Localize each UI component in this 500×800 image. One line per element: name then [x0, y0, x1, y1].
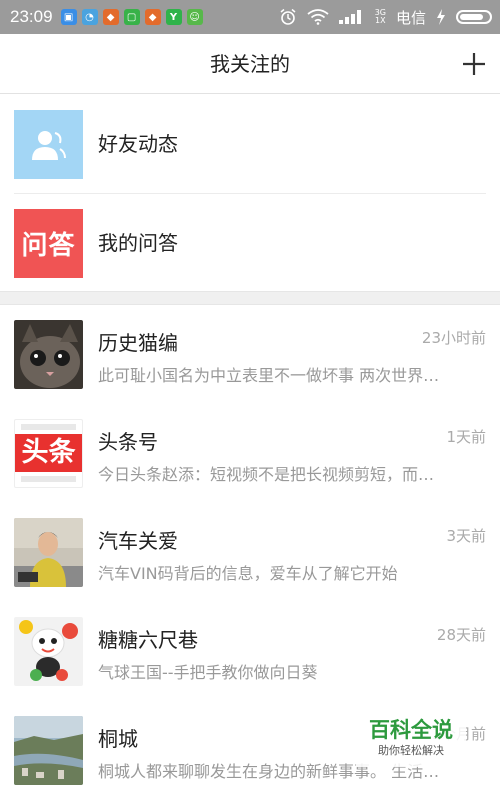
feed-item-name: 汽车关爱: [98, 529, 178, 553]
wifi-icon: [307, 9, 329, 25]
battery-icon: [456, 10, 492, 24]
app-notification-icon: ▣: [60, 9, 77, 25]
battery-level: [460, 14, 484, 20]
app-header: 我关注的: [0, 34, 500, 94]
feed-item-time: 3天前: [446, 527, 486, 545]
app-notification-icon: Y: [165, 9, 182, 25]
carrier-label: 电信: [395, 8, 426, 27]
avatar: [14, 518, 83, 587]
my-qa-label: 我的问答: [98, 231, 178, 255]
feed-item[interactable]: 历史猫编 23小时前 此可耻小国名为中立表里不一做坏事 两次世界…: [0, 305, 500, 404]
network-type: 3G 1X: [374, 8, 386, 25]
app-notification-icon: ◆: [102, 9, 119, 25]
toutiao-logo: 头条: [14, 419, 83, 488]
friends-updates-label: 好友动态: [98, 132, 178, 156]
section-divider: [0, 291, 500, 305]
friends-icon: [14, 110, 83, 179]
feed-item-name: 头条号: [98, 430, 158, 454]
watermark-subtitle: 助你轻松解决: [378, 744, 444, 757]
feed-item-summary: 气球王国--手把手教你做向日葵: [98, 663, 318, 682]
plus-icon[interactable]: [460, 50, 488, 78]
status-time: 23:09: [10, 7, 53, 26]
notification-icons: ▣ ◔ ◆ ▢ ◆ Y ☺: [60, 9, 203, 25]
feed-item-summary: 汽车VIN码背后的信息，爱车从了解它开始: [98, 564, 398, 583]
feed-item-time: 1天前: [446, 428, 486, 446]
app-notification-icon: ☺: [186, 9, 203, 25]
charging-icon: [437, 9, 445, 25]
friends-updates-item[interactable]: 好友动态: [0, 95, 500, 193]
qa-logo: 问答: [14, 209, 83, 278]
feed-item[interactable]: 汽车关爱 3天前 汽车VIN码背后的信息，爱车从了解它开始: [0, 503, 500, 602]
feed-item-summary: 此可耻小国名为中立表里不一做坏事 两次世界…: [98, 366, 440, 385]
signal-icon: [338, 10, 361, 24]
app-notification-icon: ◆: [144, 9, 161, 25]
page-title: 我关注的: [210, 52, 290, 76]
feed-item[interactable]: 头条 头条号 1天前 今日头条赵添：短视频不是把长视频剪短，而…: [0, 404, 500, 503]
feed-item-time: 28天前: [436, 626, 486, 644]
avatar: [14, 617, 83, 686]
feed-item[interactable]: 糖糖六尺巷 28天前 气球王国--手把手教你做向日葵: [0, 602, 500, 701]
feed-item-name: 桐城: [98, 727, 138, 751]
app-notification-icon: ▢: [123, 9, 140, 25]
app-notification-icon: ◔: [81, 9, 98, 25]
feed-item-name: 历史猫编: [98, 331, 178, 355]
watermark: 百科全说 助你轻松解决: [356, 715, 466, 767]
feed-item-summary: 今日头条赵添：短视频不是把长视频剪短，而…: [98, 465, 435, 484]
feed-item-time: 23小时前: [421, 329, 486, 347]
alarm-icon: [280, 8, 296, 25]
my-qa-item[interactable]: 问答 我的问答: [0, 194, 500, 292]
feed-item-name: 糖糖六尺巷: [98, 628, 198, 652]
watermark-title: 百科全说: [369, 718, 453, 742]
avatar: [14, 716, 83, 785]
status-bar: 23:09 ▣ ◔ ◆ ▢ ◆ Y ☺ 3G 1X 电信: [0, 0, 500, 34]
avatar: [14, 320, 83, 389]
